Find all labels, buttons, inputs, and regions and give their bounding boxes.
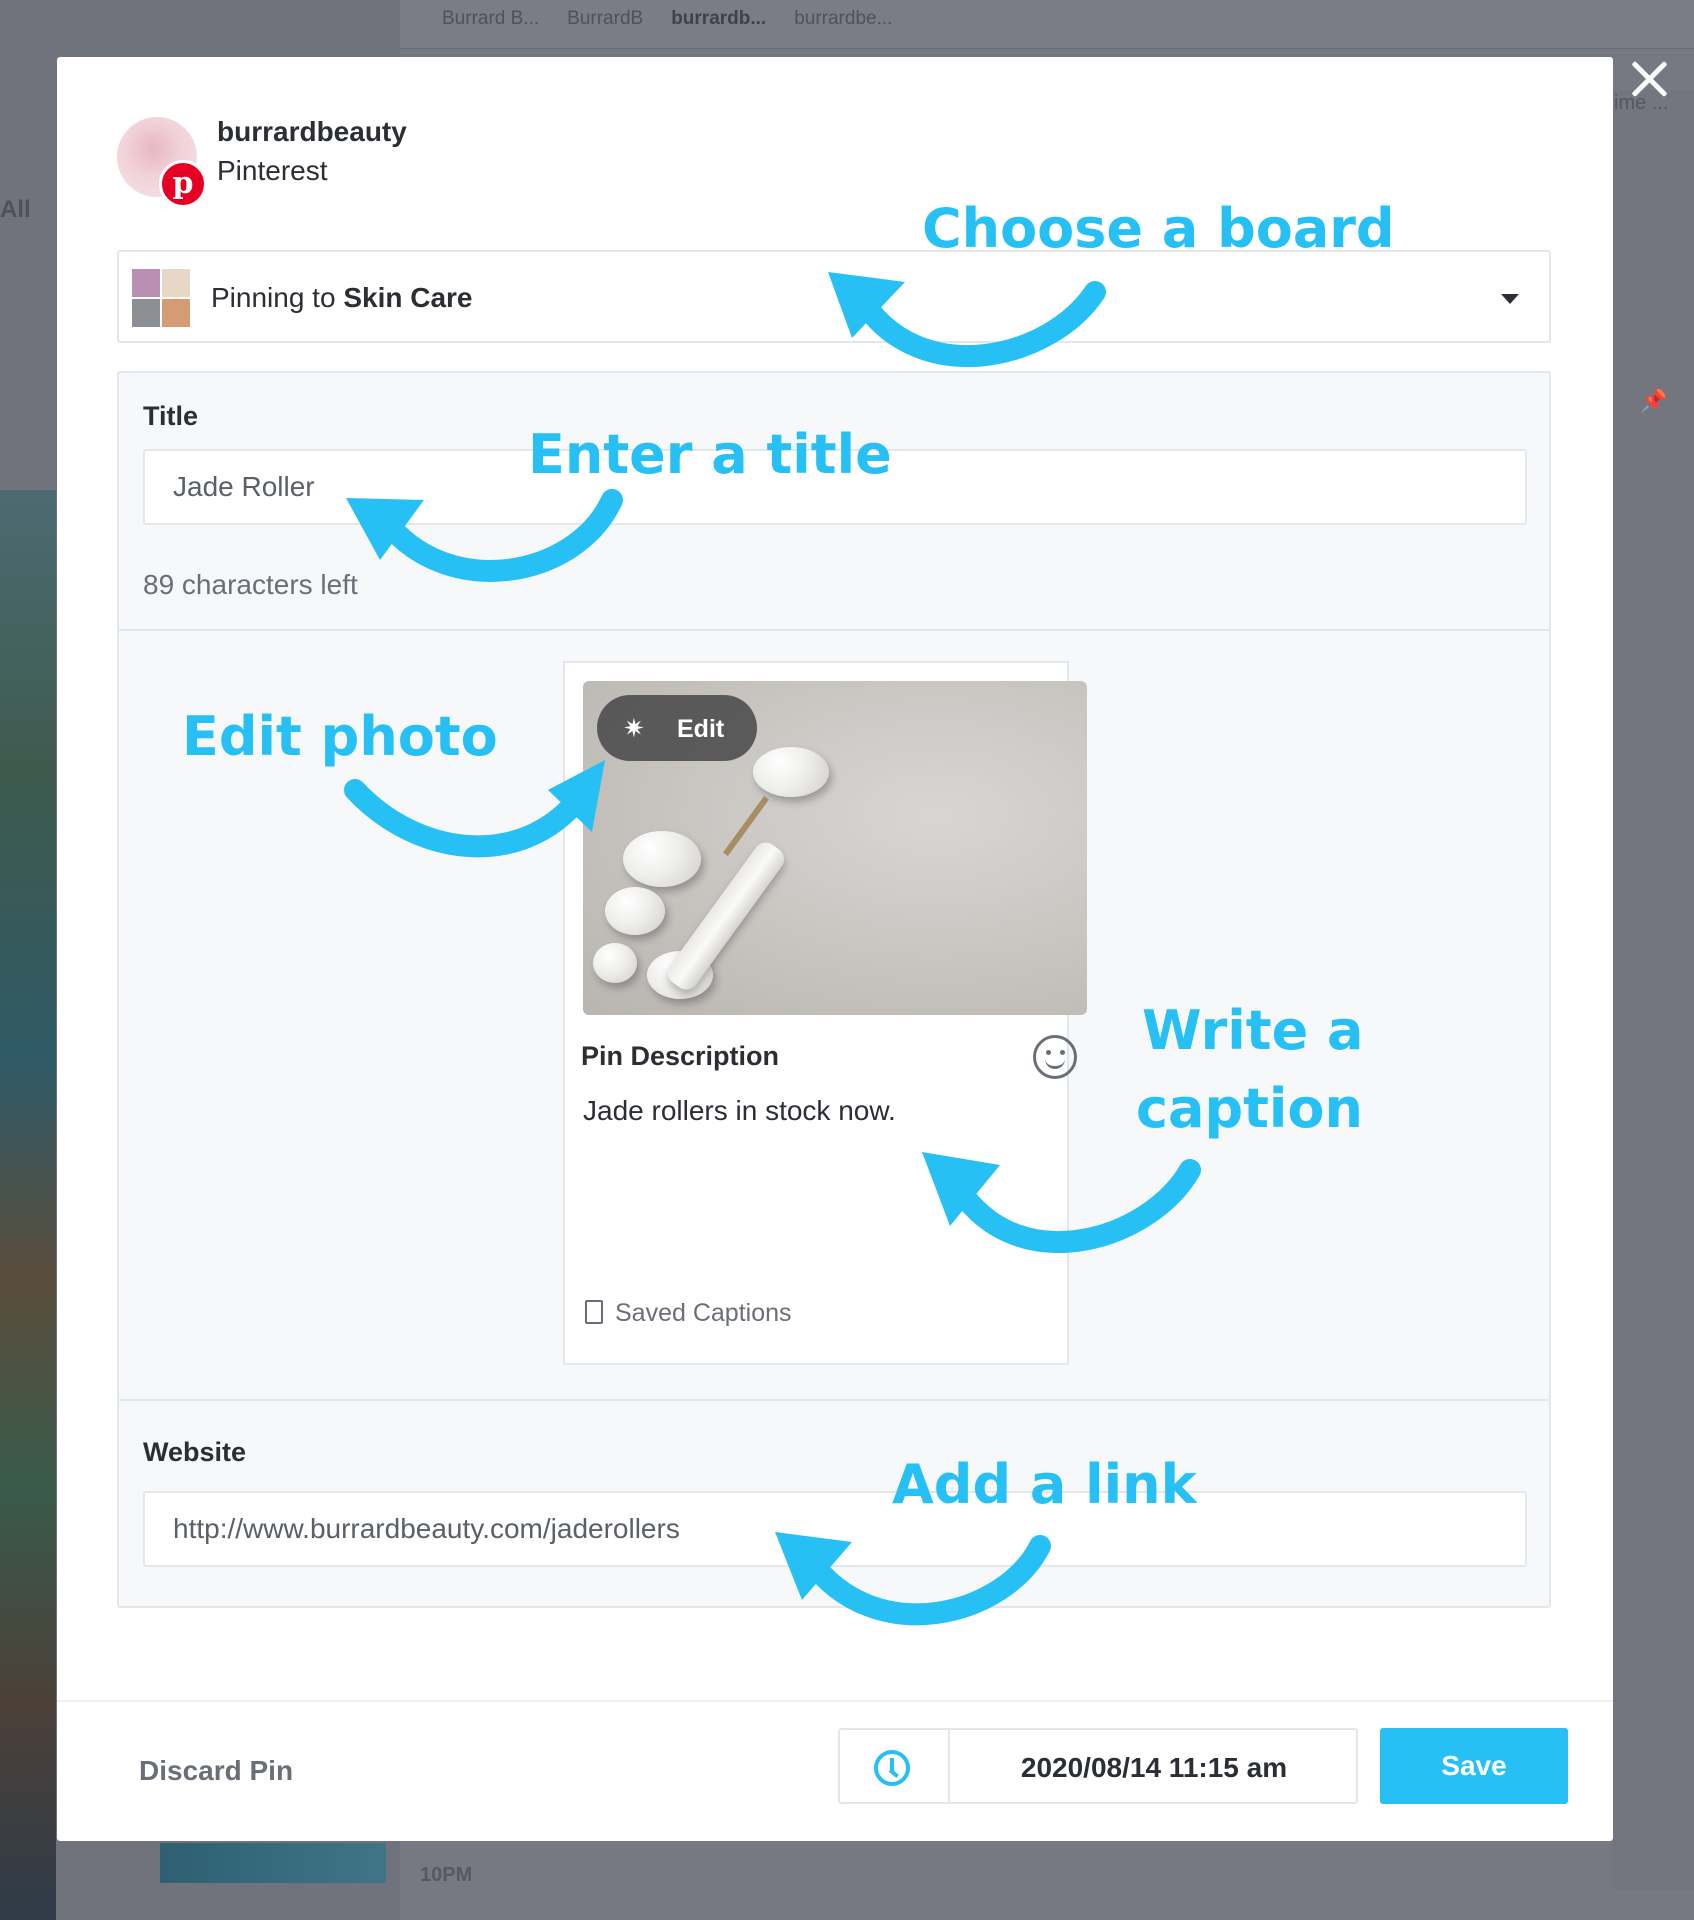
photo-stone: [753, 747, 829, 797]
edit-label: Edit: [677, 715, 725, 743]
document-icon: [585, 1300, 603, 1324]
board-label: Pinning to Skin Care: [211, 282, 473, 313]
pinterest-icon: p: [159, 160, 207, 208]
edit-photo-button[interactable]: ✷ Edit: [597, 695, 757, 761]
title-label: Title: [143, 401, 199, 431]
background-thumbnails: [0, 490, 56, 1920]
schedule-datetime: 2020/08/14 11:15 am: [1020, 1752, 1288, 1783]
annotation-enter-title: Enter a title: [528, 423, 892, 486]
account-name: burrardbeauty: [217, 116, 407, 147]
background-tab: Burrard B...: [442, 8, 540, 29]
background-time-label: 10PM: [420, 1864, 473, 1886]
pin-composer-modal: p burrardbeauty Pinterest Pinning to Ski…: [57, 57, 1613, 1841]
background-all-label: All: [0, 196, 31, 223]
close-icon[interactable]: [1626, 56, 1672, 102]
title-char-count: 89 characters left: [143, 569, 358, 600]
annotation-write-caption-1: Write a: [1142, 999, 1364, 1062]
background-tab: BurrardB: [567, 8, 644, 29]
board-name: Skin Care: [343, 282, 473, 313]
saved-captions-label: Saved Captions: [615, 1299, 792, 1327]
discard-pin-button[interactable]: Discard Pin: [139, 1755, 293, 1787]
website-input[interactable]: http://www.burrardbeauty.com/jaderollers: [143, 1491, 1527, 1567]
pin-description-label: Pin Description: [581, 1041, 780, 1071]
pin-photo[interactable]: ✷ Edit: [583, 681, 1087, 1015]
magic-wand-icon: ✷: [623, 713, 645, 743]
website-section: Website http://www.burrardbeauty.com/jad…: [119, 1401, 1549, 1606]
website-label: Website: [143, 1437, 247, 1467]
chevron-down-icon: [1501, 294, 1519, 304]
annotation-add-link: Add a link: [892, 1453, 1197, 1516]
footer-divider: [57, 1700, 1613, 1702]
schedule-picker[interactable]: 2020/08/14 11:15 am: [838, 1728, 1358, 1804]
pin-card: ✷ Edit Pin Description Jade rollers in s…: [563, 661, 1087, 1365]
saved-captions-button[interactable]: Saved Captions: [585, 1299, 792, 1328]
annotation-choose-board: Choose a board: [922, 197, 1395, 260]
annotation-edit-photo: Edit photo: [182, 705, 498, 768]
board-thumbnail: [132, 269, 190, 327]
photo-stone: [593, 943, 637, 983]
emoji-icon[interactable]: [1033, 1035, 1077, 1079]
background-tabs: Burrard B... BurrardB burrardb... burrar…: [442, 8, 892, 30]
background-tab: burrardb...: [671, 8, 767, 29]
photo-stone: [605, 887, 665, 935]
clock-icon: [874, 1750, 910, 1786]
annotation-write-caption-2: caption: [1136, 1077, 1363, 1140]
photo-stone: [623, 831, 701, 887]
pin-form: Title Jade Roller 89 characters left ✷ E…: [117, 371, 1551, 1608]
save-button[interactable]: Save: [1380, 1728, 1568, 1804]
title-section: Title Jade Roller 89 characters left: [119, 373, 1549, 631]
account-network: Pinterest: [217, 155, 328, 186]
pin-description-input[interactable]: Jade rollers in stock now.: [583, 1095, 1063, 1127]
background-tab: burrardbe...: [794, 8, 893, 29]
background-right-column: [1612, 90, 1694, 1890]
background-pin-icon: 📌: [1640, 388, 1668, 413]
background-thumbnail: [160, 1843, 386, 1883]
